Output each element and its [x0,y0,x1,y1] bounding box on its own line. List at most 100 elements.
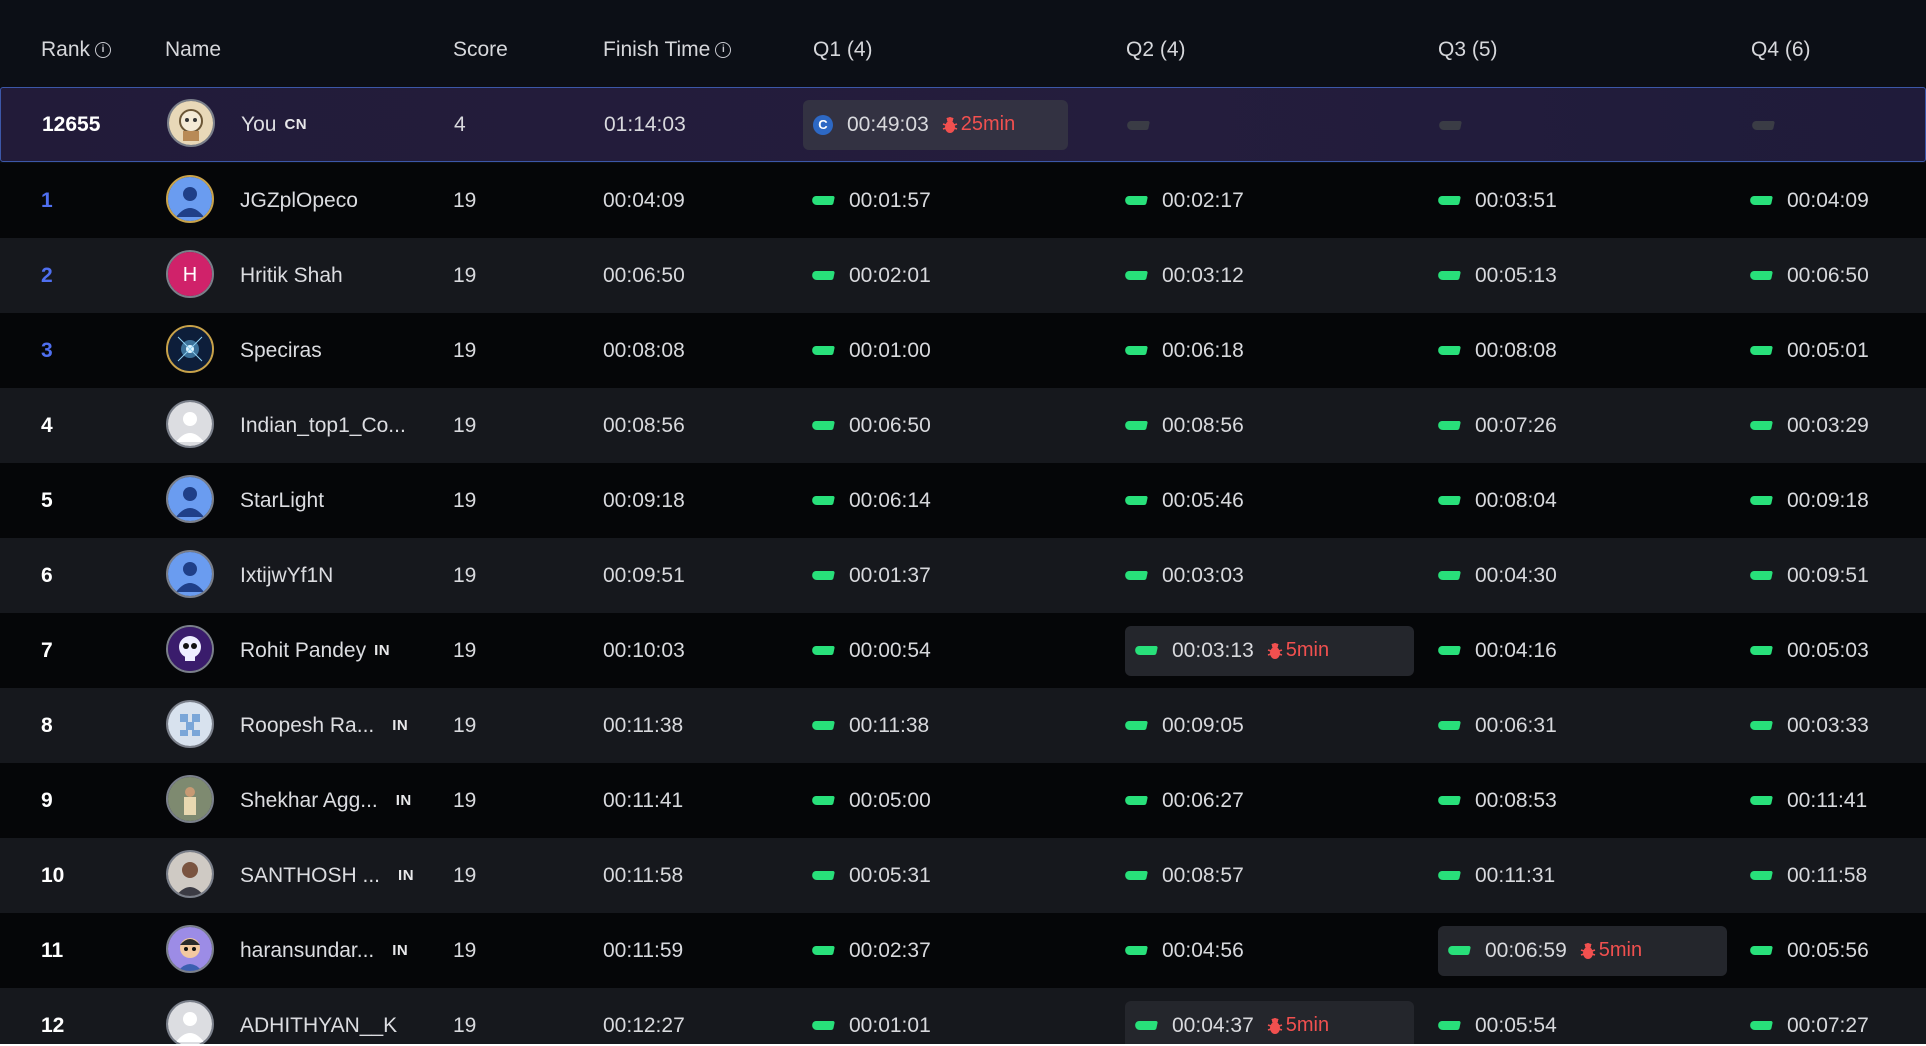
q2-submission[interactable]: 00:03:12 [1115,251,1258,301]
q4-submission[interactable]: 00:04:09 [1740,176,1883,226]
avatar[interactable] [166,325,214,373]
user-name[interactable]: Rohit Pandey IN [240,613,390,688]
q2-submission[interactable]: 00:08:57 [1115,851,1258,901]
q4-submission[interactable]: 00:03:33 [1740,701,1883,751]
avatar[interactable] [166,400,214,448]
q2-cell[interactable]: 00:04:37 5min [1125,988,1414,1044]
q1-submission[interactable]: 00:00:54 [802,626,945,676]
q4-submission[interactable]: 00:06:50 [1740,251,1883,301]
q2-submission[interactable]: 00:05:46 [1115,476,1258,526]
avatar[interactable] [166,550,214,598]
q2-cell[interactable]: 00:03:13 5min [1125,613,1414,688]
q1-cell[interactable]: 00:01:37 [802,538,945,613]
avatar[interactable]: H [166,250,214,298]
q3-cell[interactable]: 00:07:26 [1428,388,1571,463]
q1-cell[interactable]: 00:06:50 [802,388,945,463]
q4-cell[interactable]: 00:05:03 [1740,613,1883,688]
q2-cell[interactable]: 00:08:56 [1115,388,1258,463]
q3-cell[interactable]: 00:08:08 [1428,313,1571,388]
q3-cell[interactable]: 00:06:31 [1428,688,1571,763]
q1-cell[interactable]: 00:02:01 [802,238,945,313]
user-name[interactable]: Hritik Shah [240,238,343,313]
q1-submission[interactable]: 00:01:00 [802,326,945,376]
user-name[interactable]: StarLight [240,463,324,538]
q3-cell[interactable]: 00:08:04 [1428,463,1571,538]
q1-submission[interactable]: C 00:49:03 25min [803,99,1068,150]
q1-submission[interactable]: 00:01:01 [802,1001,945,1045]
q1-submission[interactable]: 00:05:31 [802,851,945,901]
q2-submission[interactable]: 00:04:37 5min [1125,1000,1414,1044]
q2-cell[interactable]: 00:06:27 [1115,763,1258,838]
q3-cell[interactable]: 00:04:16 [1428,613,1571,688]
q2-submission[interactable]: 00:03:13 5min [1125,625,1414,676]
user-name[interactable]: ADHITHYAN__K [240,988,397,1044]
q1-submission[interactable]: 00:01:37 [802,551,945,601]
user-name[interactable]: Roopesh Ra... IN [240,688,408,763]
q3-submission[interactable]: 00:04:16 [1428,626,1571,676]
user-name[interactable]: IxtijwYf1N [240,538,333,613]
q4-cell[interactable]: 00:11:41 [1740,763,1881,838]
user-name[interactable]: JGZplOpeco [240,163,358,238]
q4-submission[interactable]: 00:11:41 [1740,776,1881,826]
q4-cell[interactable]: 00:06:50 [1740,238,1883,313]
info-icon[interactable]: i [95,42,112,58]
q4-submission[interactable]: 00:05:01 [1740,326,1883,376]
q4-submission[interactable]: 00:09:51 [1740,551,1883,601]
q4-cell[interactable]: 00:03:29 [1740,388,1883,463]
q4-submission[interactable]: 00:07:27 [1740,1001,1883,1045]
user-name[interactable]: SANTHOSH ... IN [240,838,414,913]
q1-submission[interactable]: 00:11:38 [802,701,943,751]
q1-cell[interactable]: 00:00:54 [802,613,945,688]
avatar[interactable] [166,850,214,898]
avatar[interactable] [166,1000,214,1044]
q4-cell[interactable]: 00:05:56 [1740,913,1883,988]
q3-submission[interactable]: 00:06:59 5min [1438,925,1727,976]
q4-submission[interactable]: 00:05:03 [1740,626,1883,676]
q4-header[interactable]: Q4 (6) [1751,0,1811,100]
q2-submission[interactable]: 00:09:05 [1115,701,1258,751]
q4-cell[interactable]: 00:09:18 [1740,463,1883,538]
q1-cell[interactable]: 00:06:14 [802,463,945,538]
avatar[interactable] [166,775,214,823]
q4-cell[interactable]: 00:05:01 [1740,313,1883,388]
q3-submission[interactable]: 00:05:13 [1428,251,1571,301]
q1-submission[interactable]: 00:06:14 [802,476,945,526]
q1-cell[interactable]: 00:01:57 [802,163,945,238]
q3-cell[interactable]: 00:05:54 [1428,988,1571,1044]
q1-cell[interactable]: 00:01:00 [802,313,945,388]
q2-submission[interactable]: 00:06:27 [1115,776,1258,826]
q3-header[interactable]: Q3 (5) [1438,0,1498,100]
q1-submission[interactable]: 00:06:50 [802,401,945,451]
q1-cell[interactable]: 00:11:38 [802,688,943,763]
info-icon[interactable]: i [715,42,732,58]
q4-cell[interactable]: 00:09:51 [1740,538,1883,613]
q2-submission[interactable]: 00:04:56 [1115,926,1258,976]
q1-submission[interactable]: 00:01:57 [802,176,945,226]
q4-cell[interactable]: 00:03:33 [1740,688,1883,763]
q3-cell[interactable]: 00:08:53 [1428,763,1571,838]
q3-cell[interactable]: 00:05:13 [1428,238,1571,313]
avatar[interactable] [166,175,214,223]
q3-submission[interactable]: 00:06:31 [1428,701,1571,751]
user-name[interactable]: You CN [241,87,307,162]
q2-cell[interactable]: 00:06:18 [1115,313,1258,388]
q3-submission[interactable]: 00:05:54 [1428,1001,1571,1045]
q2-cell[interactable]: 00:03:12 [1115,238,1258,313]
q3-submission[interactable]: 00:08:04 [1428,476,1571,526]
q2-cell[interactable]: 00:08:57 [1115,838,1258,913]
avatar[interactable] [166,700,214,748]
q2-cell[interactable]: 00:03:03 [1115,538,1258,613]
q1-cell[interactable]: 00:02:37 [802,913,945,988]
q1-cell[interactable]: 00:05:00 [802,763,945,838]
q3-submission[interactable]: 00:07:26 [1428,401,1571,451]
q4-cell[interactable]: 00:04:09 [1740,163,1883,238]
q4-submission[interactable]: 00:03:29 [1740,401,1883,451]
q3-submission[interactable]: 00:08:08 [1428,326,1571,376]
q3-cell[interactable]: 00:03:51 [1428,163,1571,238]
q2-cell[interactable]: 00:04:56 [1115,913,1258,988]
q4-submission[interactable]: 00:05:56 [1740,926,1883,976]
q2-cell[interactable]: 00:09:05 [1115,688,1258,763]
q3-submission[interactable]: 00:11:31 [1428,851,1569,901]
q1-submission[interactable]: 00:02:01 [802,251,945,301]
q4-cell[interactable]: 00:07:27 [1740,988,1883,1044]
